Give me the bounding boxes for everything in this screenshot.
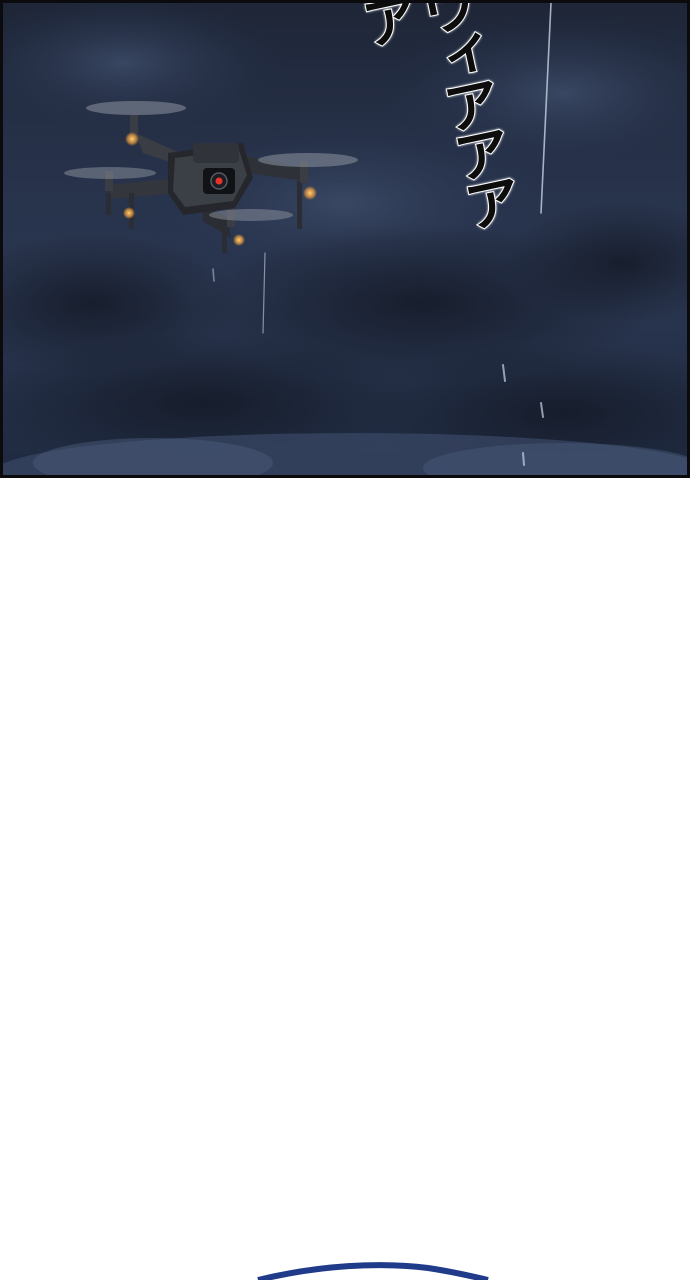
next-panel-edge	[257, 1262, 489, 1280]
